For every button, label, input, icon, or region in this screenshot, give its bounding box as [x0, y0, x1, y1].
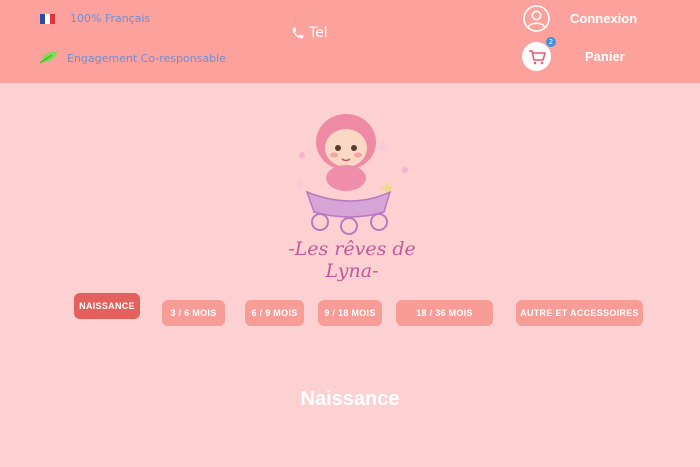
leaf-icon [39, 49, 58, 68]
section-title: Naissance [300, 388, 400, 410]
cart-link[interactable]: Panier [585, 49, 625, 64]
phone-link[interactable]: Tel [291, 25, 328, 41]
phone-icon [292, 27, 304, 39]
eco-engagement-info[interactable]: Engagement Co-responsable [39, 49, 226, 68]
phone-label: Tel [309, 25, 328, 41]
nav-naissance[interactable]: NAISSANCE [74, 293, 140, 319]
cart-count-badge: 2 [546, 37, 556, 47]
france-flag-icon [40, 13, 55, 24]
nav-autre-accessoires[interactable]: AUTRE ET ACCESSOIRES [516, 300, 643, 326]
nav-9-18-mois[interactable]: 9 / 18 MOIS [318, 300, 382, 326]
cart-icon[interactable] [522, 42, 551, 71]
user-circle-icon[interactable] [523, 5, 550, 32]
made-in-france-text: 100% Français [70, 12, 151, 25]
nav-18-36-mois[interactable]: 18 / 36 MOIS [396, 300, 493, 326]
nav-6-9-mois[interactable]: 6 / 9 MOIS [245, 300, 304, 326]
eco-engagement-text: Engagement Co-responsable [67, 52, 226, 65]
nav-3-6-mois[interactable]: 3 / 6 MOIS [162, 300, 225, 326]
brand-name: -Les rêves de Lyna- [288, 238, 416, 282]
login-link[interactable]: Connexion [570, 11, 637, 26]
made-in-france-info: 100% Français [40, 12, 150, 25]
